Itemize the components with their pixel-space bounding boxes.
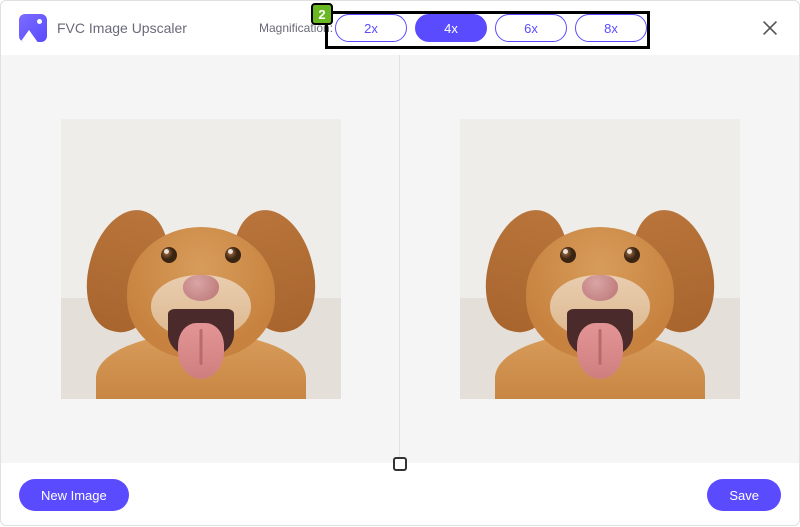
save-button[interactable]: Save [707,479,781,511]
magnification-8x-button[interactable]: 8x [575,14,647,42]
result-pane [400,55,799,463]
comparison-area [1,55,799,463]
app-header: FVC Image Upscaler Magnification: 2x4x6x… [1,1,799,55]
magnification-4x-button[interactable]: 4x [415,14,487,42]
original-pane [1,55,400,463]
image-icon [19,14,47,42]
app-title: FVC Image Upscaler [57,20,187,36]
brand: FVC Image Upscaler [19,14,187,42]
upscaled-image [460,119,740,399]
magnification-6x-button[interactable]: 6x [495,14,567,42]
magnification-button-group: 2x 4x 6x 8x [335,14,647,42]
compare-slider-handle[interactable] [393,457,407,471]
original-image [61,119,341,399]
step-annotation-badge: 2 [311,3,333,25]
app-footer: New Image Save [1,463,799,527]
magnification-2x-button[interactable]: 2x [335,14,407,42]
close-icon[interactable] [759,17,781,39]
new-image-button[interactable]: New Image [19,479,129,511]
